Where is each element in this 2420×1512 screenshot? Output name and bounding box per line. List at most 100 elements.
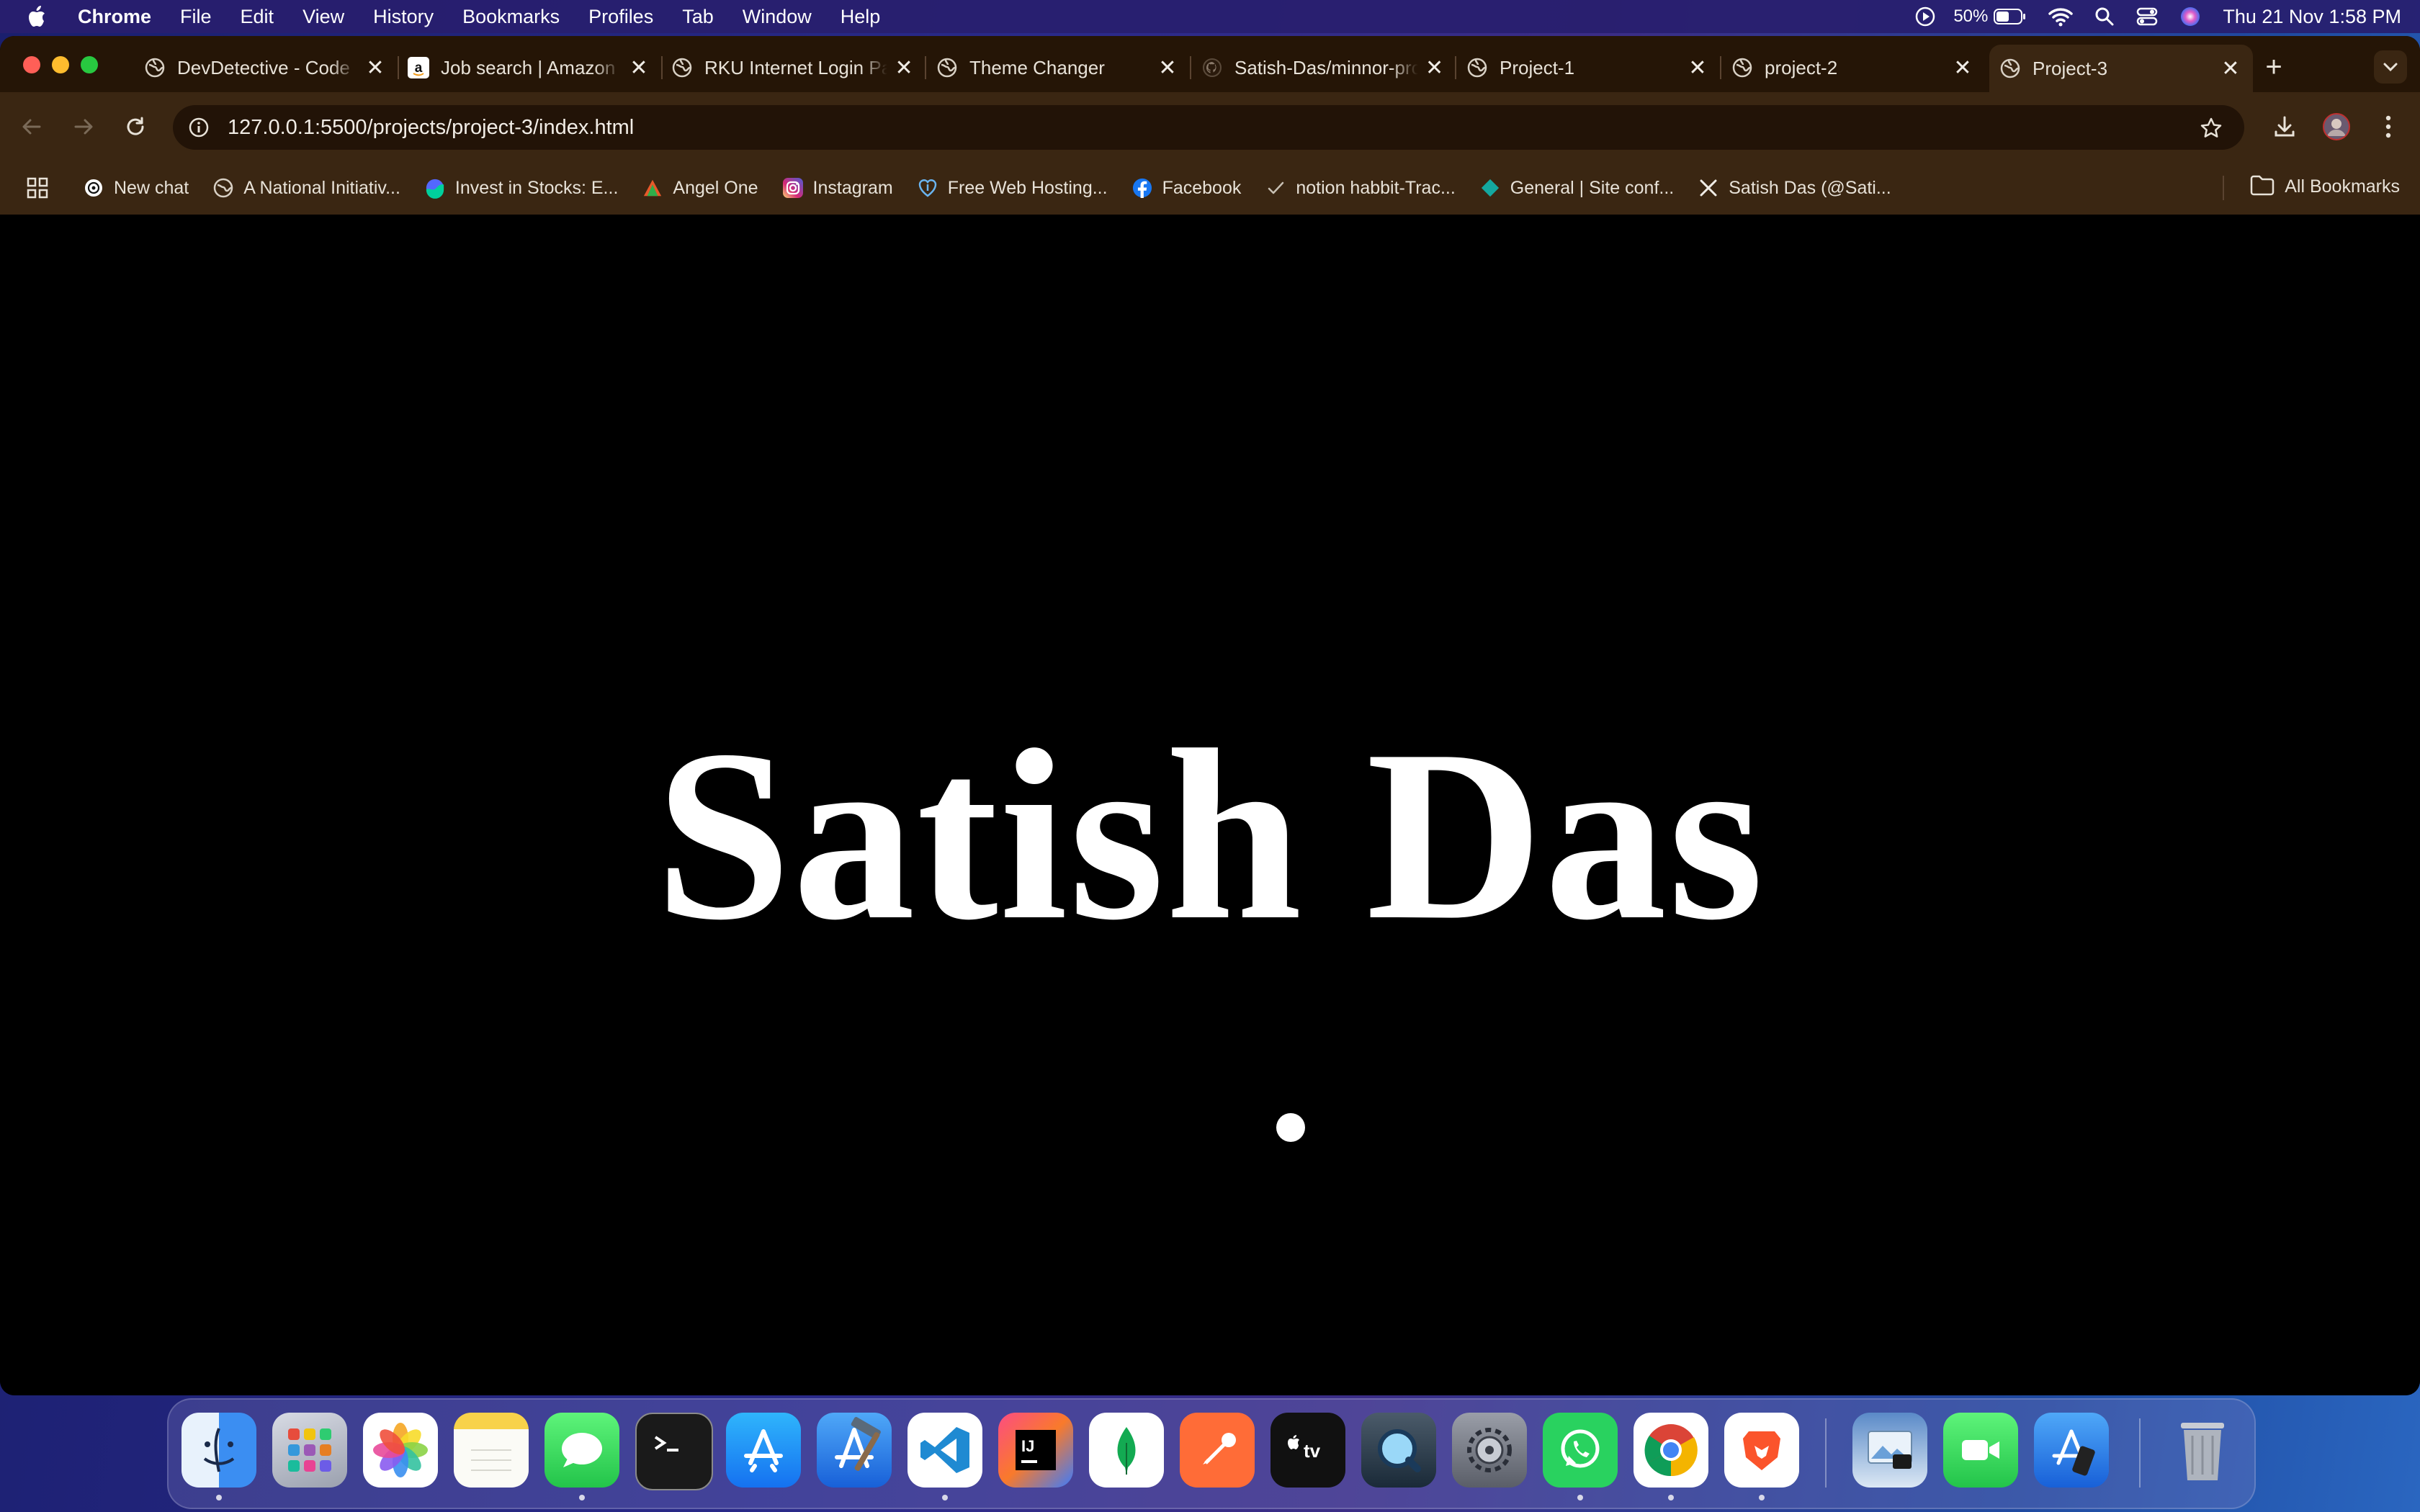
menu-edit[interactable]: Edit (241, 6, 274, 28)
menu-file[interactable]: File (180, 6, 212, 28)
menu-view[interactable]: View (302, 6, 344, 28)
tab-github-minor-project[interactable]: Satish-Das/minnor-project ✕ (1191, 46, 1456, 89)
tab-title: Satish-Das/minnor-project (1234, 56, 1419, 78)
bookmark-groww[interactable]: Invest in Stocks: E... (425, 178, 618, 199)
intellij-icon[interactable]: IJ (998, 1413, 1073, 1488)
mongodb-compass-icon[interactable] (1089, 1413, 1164, 1488)
menubar-clock[interactable]: Thu 21 Nov 1:58 PM (2223, 6, 2401, 28)
profile-avatar[interactable] (2319, 109, 2354, 144)
tab-rku-login[interactable]: RKU Internet Login Page ✕ (661, 46, 926, 89)
apps-grid-icon[interactable] (24, 175, 50, 201)
menu-bookmarks[interactable]: Bookmarks (462, 6, 560, 28)
forward-arrow-icon[interactable] (68, 111, 99, 143)
menu-profiles[interactable]: Profiles (588, 6, 653, 28)
preview-icon[interactable] (1852, 1413, 1927, 1488)
tab-project-1[interactable]: Project-1 ✕ (1456, 46, 1721, 89)
messages-icon[interactable] (544, 1413, 619, 1488)
hero-heading: Satish Das (655, 699, 1765, 971)
bookmark-netlify-site-config[interactable]: General | Site conf... (1480, 178, 1674, 199)
reload-icon[interactable] (120, 111, 151, 143)
url-text[interactable]: 127.0.0.1:5500/projects/project-3/index.… (228, 116, 634, 140)
launchpad-icon[interactable] (272, 1413, 347, 1488)
facetime-icon[interactable] (1943, 1413, 2018, 1488)
brave-icon[interactable] (1724, 1413, 1799, 1488)
download-icon[interactable] (2267, 109, 2302, 144)
tab-close-icon[interactable]: ✕ (1155, 55, 1180, 80)
svg-text:a: a (415, 60, 423, 76)
tab-title: Theme Changer (969, 56, 1105, 78)
all-bookmarks-button[interactable]: All Bookmarks (2250, 174, 2400, 199)
tab-close-icon[interactable]: ✕ (1685, 55, 1710, 80)
globe-icon (213, 178, 233, 198)
terminal-icon[interactable] (635, 1413, 713, 1490)
tab-close-icon[interactable]: ✕ (893, 55, 915, 80)
tab-project-3-active[interactable]: Project-3 ✕ (1989, 45, 2253, 92)
window-zoom-button[interactable] (81, 56, 98, 73)
wifi-icon[interactable] (2048, 6, 2074, 27)
tab-search-chevron-icon[interactable] (2374, 50, 2407, 84)
tab-close-icon[interactable]: ✕ (1950, 55, 1975, 80)
photos-icon[interactable] (363, 1413, 438, 1488)
bookmark-instagram[interactable]: Instagram (782, 178, 893, 199)
postman-icon[interactable] (1180, 1413, 1255, 1488)
bookmark-x-satish-das[interactable]: Satish Das (@Sati... (1698, 178, 1891, 199)
amazon-icon: a (408, 57, 429, 78)
bookmark-angel-one[interactable]: Angel One (642, 178, 758, 199)
bookmark-label: Free Web Hosting... (947, 177, 1108, 198)
angelone-icon (642, 178, 663, 198)
quicktime-icon[interactable] (1361, 1413, 1436, 1488)
vscode-icon[interactable] (908, 1413, 982, 1488)
xcode-icon[interactable] (817, 1413, 892, 1488)
tab-theme-changer[interactable]: Theme Changer ✕ (926, 46, 1191, 89)
hosting-icon (918, 178, 938, 198)
tab-amazon-jobs[interactable]: a Job search | Amazon ✕ (398, 46, 663, 89)
spotlight-search-icon[interactable] (2094, 6, 2115, 27)
tab-project-2[interactable]: project-2 ✕ (1721, 46, 1985, 89)
apple-icon[interactable] (27, 4, 52, 29)
notes-icon[interactable] (454, 1413, 529, 1488)
whatsapp-icon[interactable] (1543, 1413, 1618, 1488)
app-store-icon[interactable] (726, 1413, 801, 1488)
back-arrow-icon[interactable] (16, 111, 48, 143)
site-info-icon[interactable] (186, 114, 212, 140)
menu-tab[interactable]: Tab (682, 6, 714, 28)
window-close-button[interactable] (23, 56, 40, 73)
system-settings-icon[interactable] (1452, 1413, 1527, 1488)
tab-close-icon[interactable]: ✕ (627, 55, 651, 80)
bookmark-notion-habit-tracker[interactable]: notion habbit-Trac... (1265, 178, 1456, 199)
address-bar[interactable]: 127.0.0.1:5500/projects/project-3/index.… (173, 105, 2244, 150)
menu-history[interactable]: History (373, 6, 434, 28)
siri-icon[interactable] (2179, 6, 2201, 27)
menu-app-name[interactable]: Chrome (78, 6, 151, 28)
running-indicator (1577, 1495, 1583, 1500)
battery-status[interactable]: 50% (1953, 6, 2027, 27)
simulator-icon[interactable] (2034, 1413, 2109, 1488)
bookmark-label: Satish Das (@Sati... (1729, 177, 1891, 198)
tab-close-icon[interactable]: ✕ (363, 55, 387, 80)
trash-icon[interactable] (2165, 1413, 2240, 1488)
window-minimize-button[interactable] (52, 56, 69, 73)
running-indicator (1668, 1495, 1674, 1500)
apple-tv-icon[interactable]: tv (1270, 1413, 1345, 1488)
finder-icon[interactable] (182, 1413, 256, 1488)
control-center-icon[interactable] (2136, 6, 2158, 27)
chrome-icon[interactable] (1634, 1413, 1708, 1488)
chrome-menu-kebab-icon[interactable] (2371, 109, 2406, 144)
running-indicator (579, 1495, 585, 1500)
netlify-icon (1480, 178, 1500, 198)
menu-window[interactable]: Window (743, 6, 812, 28)
bookmark-star-icon[interactable] (2198, 115, 2224, 141)
tab-close-icon[interactable]: ✕ (2218, 56, 2243, 81)
bookmark-facebook[interactable]: Facebook (1132, 178, 1241, 199)
media-play-icon[interactable] (1914, 6, 1936, 27)
bookmark-new-chat[interactable]: New chat (84, 178, 189, 199)
tab-devdetective[interactable]: DevDetective - Code ✕ (134, 46, 399, 89)
bookmark-free-web-hosting[interactable]: Free Web Hosting... (918, 178, 1108, 199)
bookmark-national-initiative[interactable]: A National Initiativ... (213, 178, 400, 199)
tab-title: Job search | Amazon (441, 56, 616, 78)
new-tab-plus-icon[interactable]: + (2257, 50, 2290, 84)
menu-help[interactable]: Help (841, 6, 881, 28)
dock-divider (2139, 1418, 2141, 1488)
tab-close-icon[interactable]: ✕ (1424, 55, 1445, 80)
openai-icon (84, 178, 104, 198)
